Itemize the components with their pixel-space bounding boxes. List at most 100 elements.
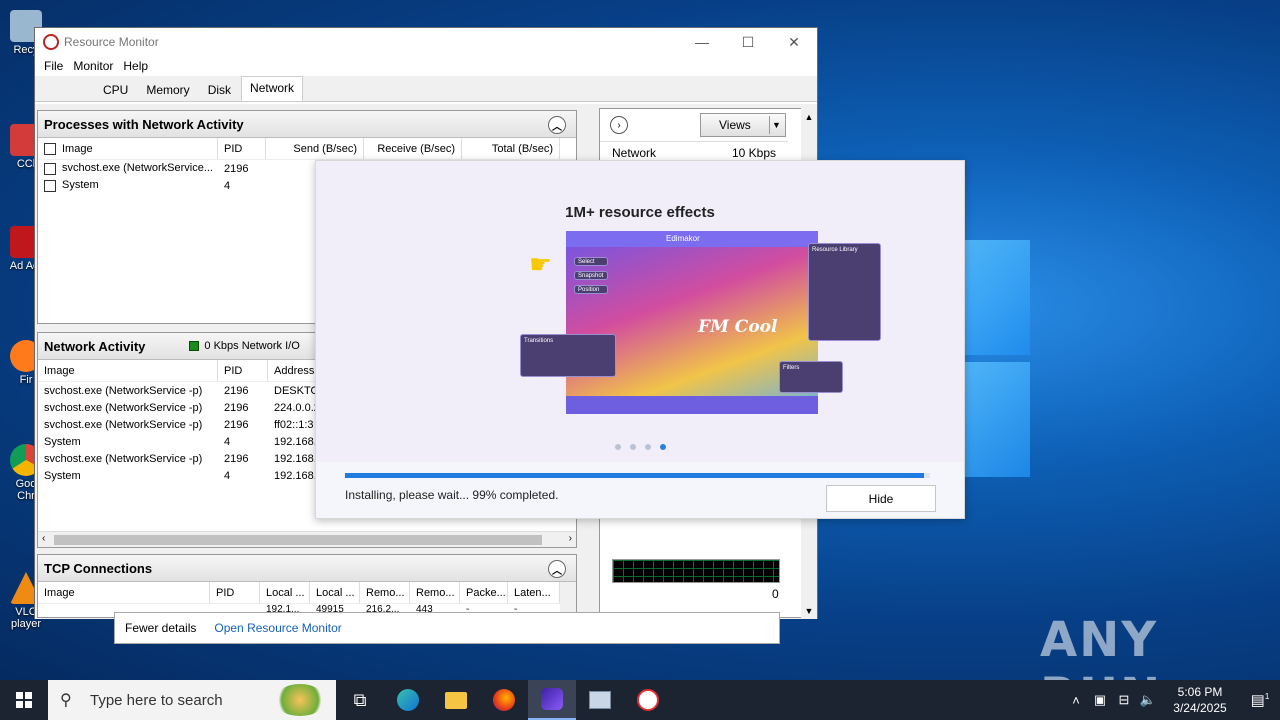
tab-network[interactable]: Network [241, 76, 304, 101]
device-icon[interactable]: ▣ [1088, 692, 1112, 708]
column-total[interactable]: Total (B/sec) [462, 138, 560, 159]
column-packet-loss[interactable]: Packe... [460, 582, 508, 603]
process-pid: 4 [224, 469, 231, 482]
clock[interactable]: 5:06 PM 3/24/2025 [1160, 684, 1240, 716]
hide-button[interactable]: Hide [826, 485, 936, 512]
menu-monitor[interactable]: Monitor [68, 56, 118, 76]
notification-center-icon[interactable]: ▤1 [1240, 691, 1280, 709]
collapse-icon[interactable]: ︿ [548, 116, 566, 134]
pointing-hand-icon: ☛ [529, 249, 553, 279]
open-resource-monitor-link[interactable]: Open Resource Monitor [214, 621, 341, 635]
column-local-address[interactable]: Local ... [260, 582, 310, 603]
process-image: svchost.exe (NetworkService -p) [44, 452, 203, 465]
window-title: Resource Monitor [64, 35, 159, 49]
process-image: svchost.exe (NetworkService -p) [44, 384, 203, 397]
horizontal-scrollbar[interactable]: ‹ › [38, 531, 576, 547]
tcp-connections-header[interactable]: TCP Connections ︿ [38, 555, 576, 582]
chevron-down-icon: ▼ [769, 116, 783, 134]
edimakor-icon[interactable] [528, 680, 576, 720]
network-app-icon[interactable] [576, 680, 624, 720]
process-image: System [44, 435, 81, 448]
scroll-down-arrow[interactable]: ▼ [801, 606, 817, 616]
tab-disk[interactable]: Disk [200, 79, 239, 101]
column-remote-port[interactable]: Remo... [410, 582, 460, 603]
column-local-port[interactable]: Local ... [310, 582, 360, 603]
menu-file[interactable]: File [39, 56, 68, 76]
title-bar[interactable]: Resource Monitor — ☐ ✕ [35, 28, 817, 56]
tab-memory[interactable]: Memory [138, 79, 197, 101]
chevron-up-icon[interactable]: ˄ [1064, 693, 1088, 708]
network-io-indicator: 0 Kbps Network I/O [189, 340, 300, 352]
slide-indicator [316, 444, 964, 450]
minimize-button[interactable]: — [679, 28, 725, 56]
expand-pane-icon[interactable]: › [610, 116, 628, 134]
scroll-up-arrow[interactable]: ▲ [801, 112, 817, 122]
resource-monitor-footer: Fewer details Open Resource Monitor [114, 612, 780, 644]
process-pid: 2196 [224, 452, 249, 465]
scroll-left-arrow[interactable]: ‹ [42, 533, 45, 544]
promo-filters-card: Filters [779, 361, 843, 393]
maximize-button[interactable]: ☐ [725, 28, 771, 56]
column-image[interactable]: Image [38, 582, 210, 603]
resource-monitor-app-icon [43, 34, 59, 50]
column-pid[interactable]: PID [210, 582, 260, 603]
tab-cpu[interactable]: CPU [95, 79, 136, 101]
scrollbar-thumb[interactable] [54, 535, 542, 545]
slide-dot-active[interactable] [659, 444, 666, 450]
anyrun-watermark: ANY RUN [1040, 612, 1160, 680]
row-checkbox[interactable] [44, 179, 56, 192]
fewer-details-link[interactable]: Fewer details [125, 621, 196, 635]
windows-start-icon [16, 692, 32, 708]
column-remote-address[interactable]: Remo... [360, 582, 410, 603]
column-send[interactable]: Send (B/sec) [266, 138, 364, 159]
column-header-row: Image PID Send (B/sec) Receive (B/sec) T… [38, 138, 576, 160]
column-image[interactable]: Image [38, 138, 218, 159]
install-status-text: Installing, please wait... 99% completed… [345, 488, 559, 502]
section-title: Processes with Network Activity [44, 116, 244, 132]
column-pid[interactable]: PID [218, 138, 266, 159]
column-latency[interactable]: Laten... [508, 582, 560, 603]
menu-help[interactable]: Help [118, 56, 153, 76]
process-image: System [44, 469, 81, 482]
promo-library-card: Resource Library [808, 243, 881, 341]
installer-dialog: 1M+ resource effects ☛ Edimakor Select S… [315, 160, 965, 519]
tcp-connections-section: TCP Connections ︿ Image PID Local ... Lo… [37, 554, 577, 618]
select-all-checkbox[interactable] [44, 142, 56, 155]
process-pid: 4 [224, 179, 231, 192]
slide-dot[interactable] [629, 444, 636, 450]
desktop-icon-label: Fir [19, 374, 33, 386]
file-explorer-icon[interactable] [432, 680, 480, 720]
promo-headline: 1M+ resource effects [565, 204, 715, 221]
clock-date: 3/24/2025 [1173, 701, 1227, 715]
process-pid: 2196 [224, 401, 249, 414]
processes-section-header[interactable]: Processes with Network Activity ︿ [38, 111, 576, 138]
promo-app-title: Edimakor [566, 231, 818, 247]
resource-monitor-icon[interactable] [624, 680, 672, 720]
collapse-icon[interactable]: ︿ [548, 560, 566, 578]
row-checkbox[interactable] [44, 162, 56, 175]
taskbar-search-box[interactable]: ⚲ Type here to search [48, 680, 336, 720]
section-title: TCP Connections [44, 560, 153, 576]
network-graph-scale: 10 Kbps [731, 145, 776, 160]
network-icon[interactable]: ⊟ [1112, 692, 1136, 708]
process-pid: 4 [224, 435, 231, 448]
process-image: svchost.exe (NetworkService -p) [44, 401, 203, 414]
slide-dot[interactable] [644, 444, 651, 450]
process-image: svchost.exe (NetworkService -p) [44, 418, 203, 431]
close-button[interactable]: ✕ [771, 28, 817, 56]
column-pid[interactable]: PID [218, 360, 268, 381]
clock-time: 5:06 PM [1177, 685, 1223, 699]
task-view-icon[interactable]: ⧉ [336, 680, 384, 720]
scroll-right-arrow[interactable]: › [569, 533, 572, 544]
views-dropdown[interactable]: Views ▼ [700, 113, 786, 137]
slide-dot[interactable] [614, 444, 621, 450]
network-graph [612, 559, 780, 583]
promo-select-button: Select [574, 257, 608, 266]
promo-position-button: Position [574, 285, 608, 294]
edge-icon[interactable] [384, 680, 432, 720]
volume-icon[interactable]: 🔈 [1136, 692, 1160, 708]
firefox-icon[interactable] [480, 680, 528, 720]
column-receive[interactable]: Receive (B/sec) [364, 138, 462, 159]
column-image[interactable]: Image [38, 360, 218, 381]
start-button[interactable] [0, 680, 48, 720]
